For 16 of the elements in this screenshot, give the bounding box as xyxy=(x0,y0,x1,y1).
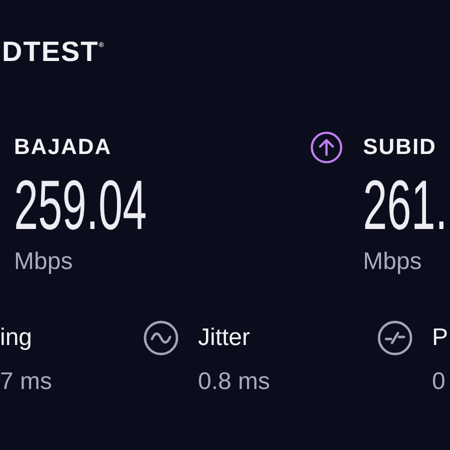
speed-label: BAJADA xyxy=(14,134,112,160)
logo-text: DTEST$^{®}$ xyxy=(1,35,105,68)
stat-label: Jitter xyxy=(198,323,250,353)
stat-label: P xyxy=(432,323,448,353)
upload-icon xyxy=(310,130,343,164)
stat-value: 0.8 ms xyxy=(198,368,270,396)
stat-value: 7 ms xyxy=(0,368,52,396)
stat-label: ing xyxy=(0,323,32,353)
speed-label: SUBID xyxy=(363,134,436,160)
speed-value: 261. xyxy=(363,170,448,240)
wave-icon xyxy=(143,320,179,356)
speed-unit: Mbps xyxy=(14,248,73,276)
stat-icon xyxy=(377,320,413,356)
stat-value: 0 xyxy=(432,368,446,396)
speed-unit: Mbps xyxy=(363,248,422,276)
speed-value: 259.04 xyxy=(14,170,147,240)
